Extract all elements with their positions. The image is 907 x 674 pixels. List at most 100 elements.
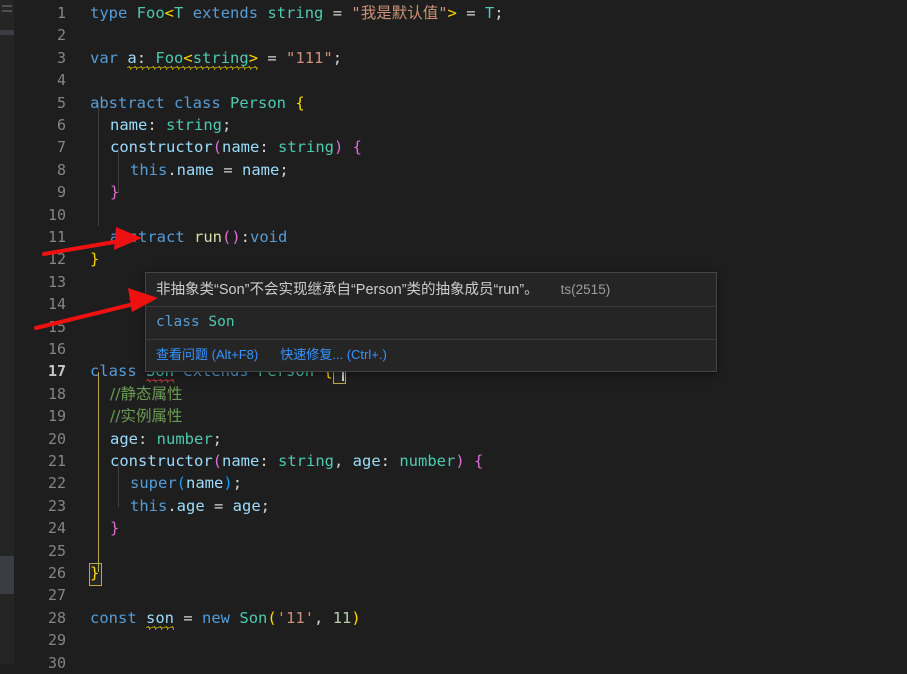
token-property: age [110,429,138,448]
line-number: 24 [47,519,66,538]
token-primitive: string [192,48,249,67]
code-line-23[interactable]: this.age = age; [130,495,907,517]
view-problem-shortcut: (Alt+F8) [211,347,259,362]
line-number: 23 [47,496,66,515]
code-line-22[interactable]: super(name); [130,472,907,494]
token-bracket: } [110,183,120,202]
line-number: 16 [47,340,66,358]
token-colon: : [240,228,251,246]
token-class-name: Son [239,608,268,627]
token-semicolon: ; [332,48,343,67]
code-line-1[interactable]: type Foo<T extends string = "我是默认值"> = T… [90,2,907,24]
minimap-slider[interactable] [0,556,14,594]
token-variable: age [232,496,261,515]
token-bracket: > [248,48,259,67]
line-number: 4 [56,71,66,90]
line-number: 2 [56,26,66,45]
view-problem-link[interactable]: 查看问题 [156,347,208,362]
line-number: 27 [47,586,66,605]
code-line-9[interactable]: } [110,181,907,203]
code-line-12[interactable]: } [90,248,907,270]
token-operator: = [214,160,242,179]
code-line-5[interactable]: abstract class Person { [90,92,907,114]
code-line-19[interactable]: //实例属性 [110,405,907,427]
token-this: this [130,496,168,515]
token-keyword: var [90,48,118,67]
token-primitive: string [278,452,334,470]
code-line-3[interactable]: var a: Foo<string> = "111"; [90,47,907,69]
overview-ruler[interactable] [0,0,14,664]
token-colon: : [259,452,278,470]
tooltip-message: 非抽象类“Son”不会实现继承自“Person”类的抽象成员“run”。 [156,282,539,298]
code-line-7[interactable]: constructor(name: string) { [110,136,907,158]
code-line-20[interactable]: age: number; [110,428,907,450]
token-semicolon: ; [494,4,504,22]
line-number: 11 [47,228,66,246]
token-primitive: number [156,429,213,448]
code-line-26[interactable]: } [90,562,907,584]
code-line-11[interactable]: abstract run():void [110,226,907,248]
editor-window: 1 2 3 4 5 6 7 8 9 10 11 12 13 14 15 16 1… [0,0,907,672]
token-bracket: ) [334,138,344,157]
token-function: run [194,228,222,246]
token-bracket: () [222,228,241,246]
indent-guide [98,103,99,226]
token-operator: = [174,608,203,627]
token-operator: = [456,4,485,22]
token-bracket: ( [212,452,222,470]
quick-fix-link[interactable]: 快速修复... [280,347,343,362]
token-colon: : [147,116,166,134]
line-number: 7 [56,138,66,157]
code-line-8[interactable]: this.name = name; [130,159,907,181]
indent-guide-active [98,372,99,572]
token-variable: a [127,48,137,67]
token-comma: , [314,608,333,627]
token-string: "111" [286,48,333,67]
token-number: 11 [332,608,352,627]
line-number: 10 [47,205,66,224]
token-primitive: void [250,228,288,246]
token-this: this [130,160,168,179]
token-constructor: constructor [110,452,213,470]
token-operator: = [258,48,287,67]
code-line-24[interactable]: } [110,517,907,539]
tooltip-message-row: 非抽象类“Son”不会实现继承自“Person”类的抽象成员“run”。 ts(2… [146,273,716,306]
error-hover-tooltip[interactable]: 非抽象类“Son”不会实现继承自“Person”类的抽象成员“run”。 ts(2… [145,272,717,372]
token-comma: , [334,452,353,470]
tooltip-code-preview: class Son [146,307,716,339]
line-number: 20 [47,429,66,448]
token-keyword: type [90,4,128,22]
token-colon: : [138,429,157,448]
token-bracket: } [90,250,100,269]
token-string: "我是默认值" [351,4,448,22]
tooltip-actions: 查看问题 (Alt+F8) 快速修复... (Ctrl+.) [146,340,716,371]
token-type-param: T [174,4,184,22]
token-type-name: Foo [136,4,165,22]
token-bracket: } [110,519,120,538]
token-dot: . [167,496,177,515]
token-variable: name [242,160,280,179]
token-bracket: ) [223,474,233,493]
line-number: 19 [47,407,66,426]
code-line-6[interactable]: name: string; [110,114,907,136]
line-number: 1 [56,4,66,22]
token-param: age [352,452,381,470]
token-colon: : [136,48,156,67]
token-comment: //静态属性 [110,384,183,403]
token-class-name: Person [230,93,287,112]
code-line-18[interactable]: //静态属性 [110,383,907,405]
token-string: '11' [276,608,315,627]
token-keyword: extends [192,4,259,22]
line-number: 25 [47,541,66,560]
token-keyword: class [174,93,221,112]
token-property: name [176,160,214,179]
token-bracket: ( [212,138,222,157]
code-line-28[interactable]: const son = new Son('11', 11) [90,607,907,629]
token-keyword: abstract [90,93,165,112]
token-property: age [176,496,205,515]
code-line-21[interactable]: constructor(name: string, age: number) { [110,450,907,472]
token-bracket: < [183,48,193,67]
token-bracket: { [343,138,363,157]
line-number: 6 [56,116,66,134]
token-operator: = [204,496,233,515]
